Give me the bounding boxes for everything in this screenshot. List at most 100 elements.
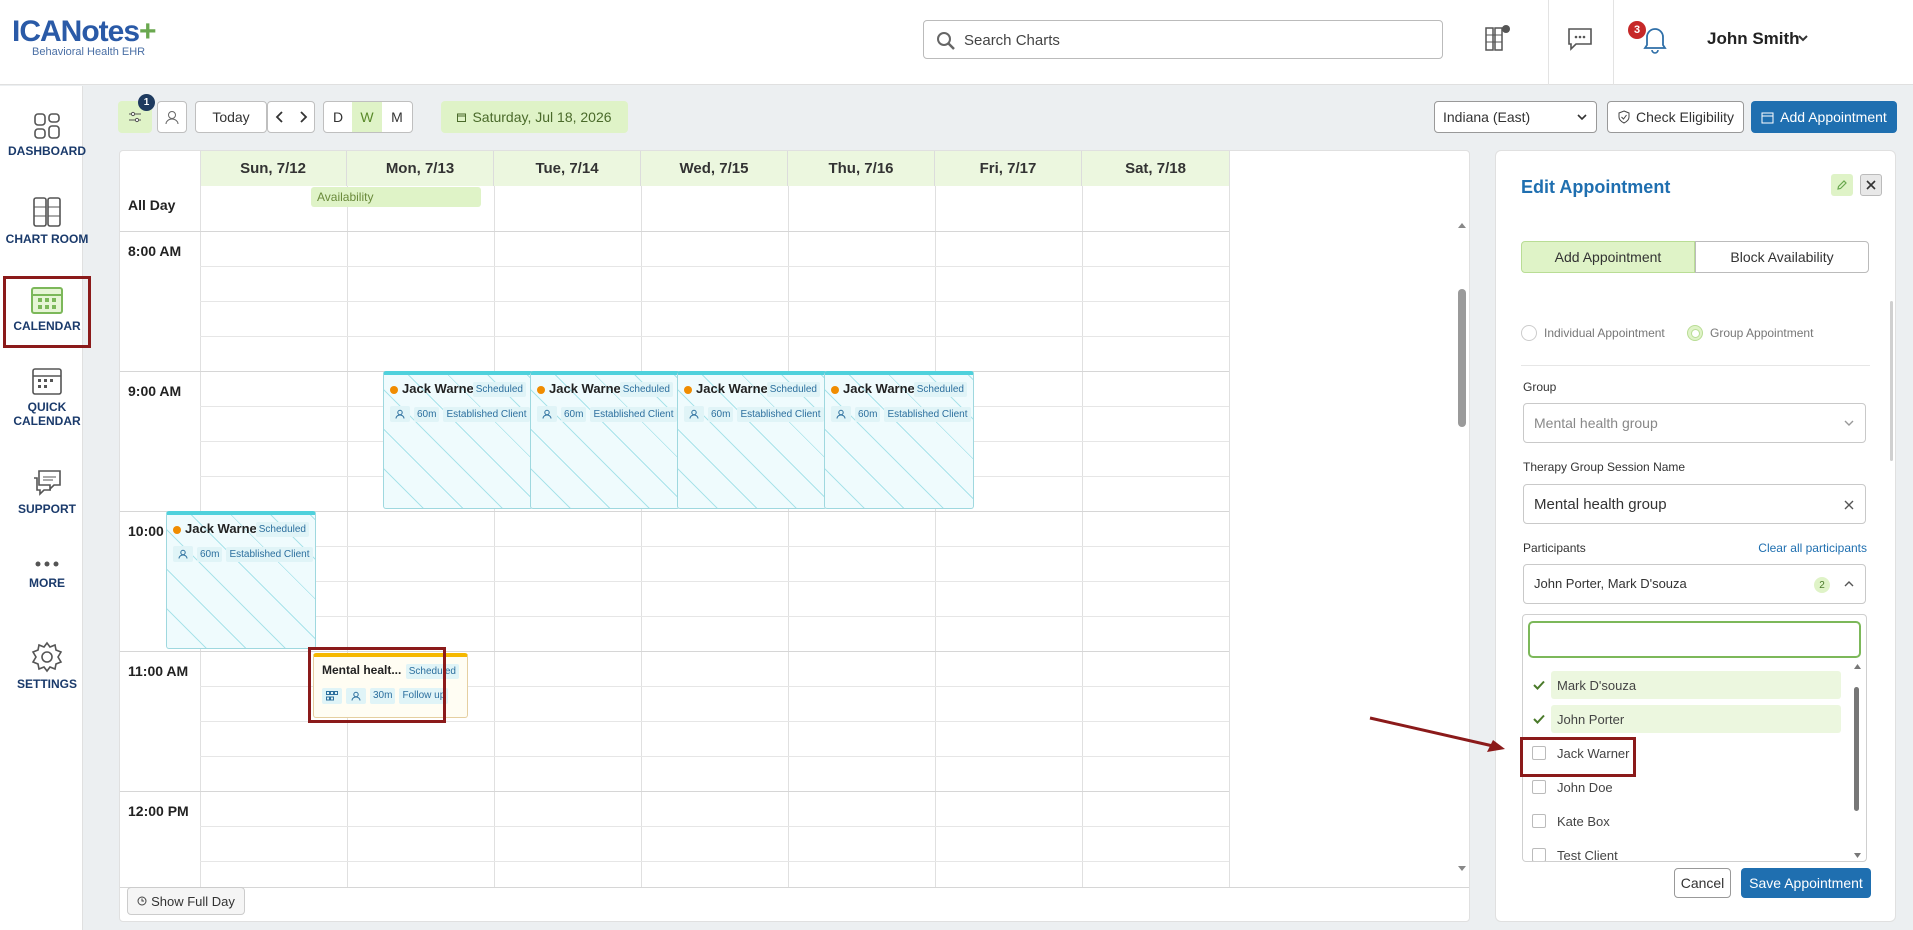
session-name-input[interactable]: Mental health group	[1523, 484, 1866, 524]
checkbox[interactable]	[1532, 780, 1546, 794]
appointment-card[interactable]: Jack Warner Scheduled 60m Established Cl…	[677, 371, 827, 509]
group-label: Group	[1523, 380, 1557, 394]
scroll-down-icon[interactable]	[1853, 852, 1862, 859]
radio-button[interactable]	[1687, 325, 1703, 341]
save-appointment-button[interactable]: Save Appointment	[1741, 868, 1871, 898]
provider-filter-button[interactable]	[157, 101, 187, 133]
chevron-left-icon[interactable]	[275, 110, 285, 124]
duration-chip: 60m	[561, 406, 587, 422]
checkbox-checked-icon[interactable]	[1532, 712, 1546, 726]
today-button[interactable]: Today	[195, 101, 267, 133]
participant-search-input[interactable]	[1528, 621, 1861, 658]
radio-group-appointment[interactable]: Group Appointment	[1687, 325, 1813, 341]
type-chip: Established Client	[737, 406, 824, 422]
day-header[interactable]: Mon, 7/13	[347, 151, 494, 186]
sidebar-item-quick-calendar[interactable]: QUICK CALENDAR	[0, 366, 94, 428]
appointment-card[interactable]: Jack Warner Scheduled 60m Established Cl…	[530, 371, 680, 509]
checkbox[interactable]	[1532, 848, 1546, 861]
sidebar-item-support[interactable]: SUPPORT	[0, 468, 94, 516]
duration-chip: 60m	[197, 546, 223, 562]
check-eligibility-button[interactable]: Check Eligibility	[1607, 101, 1744, 133]
time-label: 11:00 AM	[128, 663, 189, 679]
cancel-button[interactable]: Cancel	[1674, 868, 1731, 898]
sidebar-item-more[interactable]: MORE	[0, 556, 94, 590]
quick-calendar-icon	[32, 368, 62, 395]
date-picker[interactable]: Saturday, Jul 18, 2026	[441, 101, 628, 133]
grid-line	[200, 756, 1229, 757]
panel-title: Edit Appointment	[1521, 177, 1671, 197]
top-header: ICANotes+ Behavioral Health EHR 3 John S…	[0, 0, 1913, 85]
radio-button[interactable]	[1521, 325, 1537, 341]
tab-add-appointment[interactable]: Add Appointment	[1521, 241, 1695, 273]
checkbox[interactable]	[1532, 814, 1546, 828]
scroll-down-icon[interactable]	[1457, 865, 1467, 873]
clear-all-participants-link[interactable]: Clear all participants	[1758, 541, 1867, 555]
all-day-label: All Day	[128, 197, 176, 213]
participant-option[interactable]: Test Client	[1523, 841, 1843, 861]
user-menu[interactable]: John Smith	[1707, 29, 1800, 49]
divider	[1521, 365, 1870, 366]
edit-icon[interactable]	[1831, 174, 1853, 196]
tab-block-availability[interactable]: Block Availability	[1695, 241, 1869, 273]
chevron-down-icon[interactable]	[1797, 33, 1809, 43]
search-charts-input[interactable]	[964, 29, 1424, 51]
view-day-button[interactable]: D	[324, 109, 352, 125]
session-name-value: Mental health group	[1534, 496, 1667, 513]
availability-block[interactable]: Availability	[311, 187, 481, 207]
appointment-card[interactable]: Jack Warner Scheduled 60m Established Cl…	[383, 371, 533, 509]
sidebar-item-dashboard[interactable]: DASHBOARD	[0, 112, 94, 158]
messages-icon[interactable]	[1565, 22, 1595, 56]
sidebar-label: SUPPORT	[17, 502, 76, 516]
view-month-button[interactable]: M	[382, 109, 412, 125]
view-switcher: D W M	[323, 101, 413, 133]
checkbox-checked-icon[interactable]	[1532, 678, 1546, 692]
show-full-day-button[interactable]: Show Full Day	[127, 887, 245, 915]
sidebar-item-calendar[interactable]: CALENDAR	[3, 276, 91, 348]
status-badge: Scheduled	[472, 382, 526, 397]
grid-line	[200, 336, 1229, 337]
day-header[interactable]: Sat, 7/18	[1082, 151, 1229, 186]
status-dot	[831, 386, 839, 394]
chevron-up-icon[interactable]	[1843, 579, 1855, 589]
grid-line	[200, 546, 1229, 547]
participants-select[interactable]: John Porter, Mark D'souza 2	[1523, 564, 1866, 604]
calendar-scrollbar[interactable]	[1458, 289, 1466, 427]
day-header[interactable]: Tue, 7/14	[494, 151, 641, 186]
dropdown-scrollbar[interactable]	[1854, 687, 1859, 811]
search-charts-box[interactable]	[923, 20, 1443, 59]
scroll-up-icon[interactable]	[1457, 221, 1467, 229]
add-appointment-button[interactable]: Add Appointment	[1751, 101, 1897, 133]
group-select[interactable]: Mental health group	[1523, 403, 1866, 443]
participant-option[interactable]: John Doe	[1523, 773, 1843, 801]
chart-lookup-icon[interactable]	[1483, 22, 1513, 56]
type-chip: Established Client	[226, 546, 313, 562]
day-header[interactable]: Fri, 7/17	[935, 151, 1082, 186]
appointment-card[interactable]: Jack Warner Scheduled 60m Established Cl…	[166, 511, 316, 649]
grid-line	[120, 231, 1229, 232]
clear-icon[interactable]	[1843, 499, 1855, 511]
participant-option[interactable]: John Porter	[1533, 705, 1841, 733]
scroll-up-icon[interactable]	[1853, 663, 1862, 670]
person-icon	[165, 111, 179, 125]
sidebar-item-chart-room[interactable]: CHART ROOM	[0, 196, 94, 246]
chevron-right-icon[interactable]	[298, 110, 308, 124]
panel-scrollbar[interactable]	[1890, 301, 1893, 461]
logo-text: ICANotes	[12, 15, 140, 48]
view-week-button[interactable]: W	[352, 102, 382, 132]
day-header[interactable]: Thu, 7/16	[788, 151, 935, 186]
calendar-add-icon	[1761, 112, 1774, 123]
type-chip: Established Client	[884, 406, 971, 422]
participant-option[interactable]: Mark D'souza	[1533, 671, 1841, 699]
app-logo[interactable]: ICANotes+ Behavioral Health EHR	[12, 15, 157, 59]
day-header[interactable]: Wed, 7/15	[641, 151, 788, 186]
appointment-card[interactable]: Jack Warner Scheduled 60m Established Cl…	[824, 371, 974, 509]
participant-option[interactable]: Kate Box	[1523, 807, 1843, 835]
radio-individual-appointment[interactable]: Individual Appointment	[1521, 325, 1665, 341]
type-chip: Established Client	[443, 406, 530, 422]
sidebar-item-settings[interactable]: SETTINGS	[0, 641, 94, 691]
client-icon	[173, 546, 193, 562]
sidebar-label: CALENDAR	[13, 319, 81, 333]
close-icon[interactable]	[1860, 174, 1882, 196]
timezone-select[interactable]: Indiana (East)	[1434, 101, 1597, 133]
day-header[interactable]: Sun, 7/12	[200, 151, 347, 186]
